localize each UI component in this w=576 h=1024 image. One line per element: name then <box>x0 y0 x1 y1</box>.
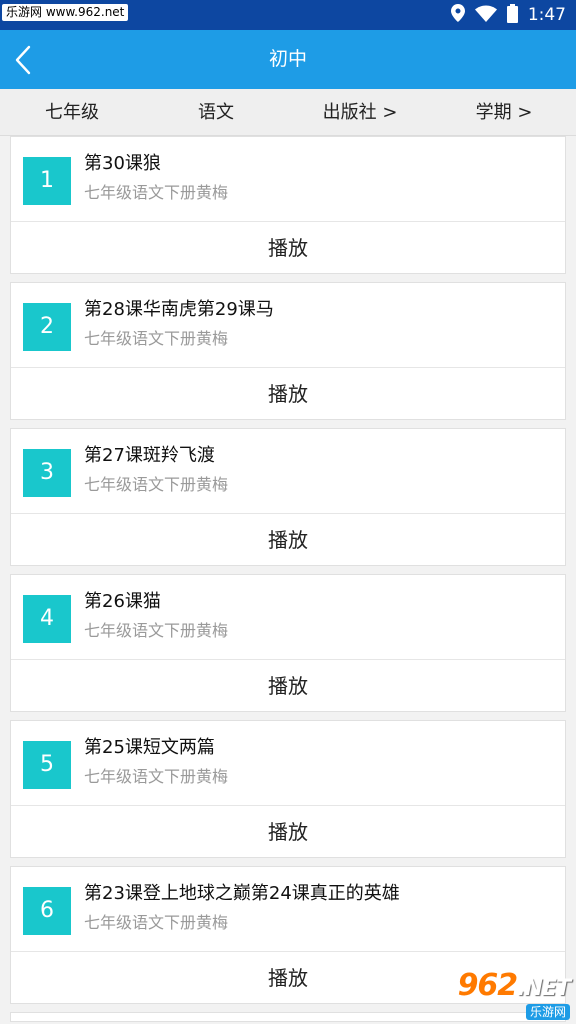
lesson-info[interactable]: 2 第28课华南虎第29课马 七年级语文下册黄梅 <box>11 283 565 368</box>
watermark-text: 乐游网 www.962.net <box>2 4 129 21</box>
lesson-info[interactable]: 4 第26课猫 七年级语文下册黄梅 <box>11 575 565 660</box>
location-icon <box>450 4 465 26</box>
lesson-title: 第25课短文两篇 <box>84 737 215 758</box>
play-button[interactable]: 播放 <box>11 807 565 858</box>
lesson-number-badge: 4 <box>23 595 71 643</box>
filter-subject[interactable]: 语文 <box>144 89 288 135</box>
lesson-number-badge: 5 <box>23 741 71 789</box>
play-button[interactable]: 播放 <box>11 661 565 712</box>
lesson-title: 第30课狼 <box>84 153 161 174</box>
page-title: 初中 <box>268 48 307 70</box>
lesson-card: 4 第26课猫 七年级语文下册黄梅 播放 <box>10 574 566 712</box>
lesson-info[interactable]: 6 第23课登上地球之巅第24课真正的英雄 七年级语文下册黄梅 <box>11 867 565 952</box>
lesson-card: 3 第27课斑羚飞渡 七年级语文下册黄梅 播放 <box>10 428 566 566</box>
lesson-card: 1 第30课狼 七年级语文下册黄梅 播放 <box>10 136 566 274</box>
status-icons: 1:47 <box>450 0 566 30</box>
lesson-card: 2 第28课华南虎第29课马 七年级语文下册黄梅 播放 <box>10 282 566 420</box>
lesson-number-badge: 2 <box>23 303 71 351</box>
lesson-subtitle: 七年级语文下册黄梅 <box>84 183 229 202</box>
lesson-number-badge: 1 <box>23 157 71 205</box>
filter-publisher[interactable]: 出版社 > <box>288 89 432 135</box>
status-time: 1:47 <box>527 5 566 25</box>
watermark-logo-text: 962 <box>457 968 519 1003</box>
lesson-list: 1 第30课狼 七年级语文下册黄梅 播放 2 第28课华南虎第29课马 七年级语… <box>10 136 566 1022</box>
lesson-title: 第28课华南虎第29课马 <box>84 299 274 320</box>
filter-grade[interactable]: 七年级 <box>0 89 144 135</box>
watermark-logo-suffix: .NET <box>517 976 571 1001</box>
play-button[interactable]: 播放 <box>11 369 565 420</box>
lesson-subtitle: 七年级语文下册黄梅 <box>84 475 229 494</box>
lesson-info[interactable]: 5 第25课短文两篇 七年级语文下册黄梅 <box>11 721 565 806</box>
site-watermark-logo: 962.NET 乐游网 <box>457 968 571 1020</box>
watermark-logo-sub: 乐游网 <box>525 1004 570 1020</box>
lesson-subtitle: 七年级语文下册黄梅 <box>84 913 229 932</box>
filter-term[interactable]: 学期 > <box>432 89 576 135</box>
lesson-subtitle: 七年级语文下册黄梅 <box>84 621 229 640</box>
wifi-icon <box>474 5 497 26</box>
lesson-info[interactable]: 3 第27课斑羚飞渡 七年级语文下册黄梅 <box>11 429 565 514</box>
lesson-subtitle: 七年级语文下册黄梅 <box>84 767 229 786</box>
app-bar: 初中 <box>0 30 576 89</box>
lesson-title: 第27课斑羚飞渡 <box>84 445 215 466</box>
filter-bar: 七年级 语文 出版社 > 学期 > <box>0 89 576 136</box>
lesson-title: 第26课猫 <box>84 591 161 612</box>
play-button[interactable]: 播放 <box>11 515 565 566</box>
lesson-info[interactable]: 1 第30课狼 七年级语文下册黄梅 <box>11 137 565 222</box>
lesson-title: 第23课登上地球之巅第24课真正的英雄 <box>84 883 400 904</box>
lesson-number-badge: 3 <box>23 449 71 497</box>
lesson-subtitle: 七年级语文下册黄梅 <box>84 329 229 348</box>
status-bar: 乐游网 www.962.net 1:47 <box>0 0 576 30</box>
lesson-card: 5 第25课短文两篇 七年级语文下册黄梅 播放 <box>10 720 566 858</box>
battery-icon <box>506 3 518 27</box>
lesson-number-badge: 6 <box>23 887 71 935</box>
play-button[interactable]: 播放 <box>11 223 565 274</box>
